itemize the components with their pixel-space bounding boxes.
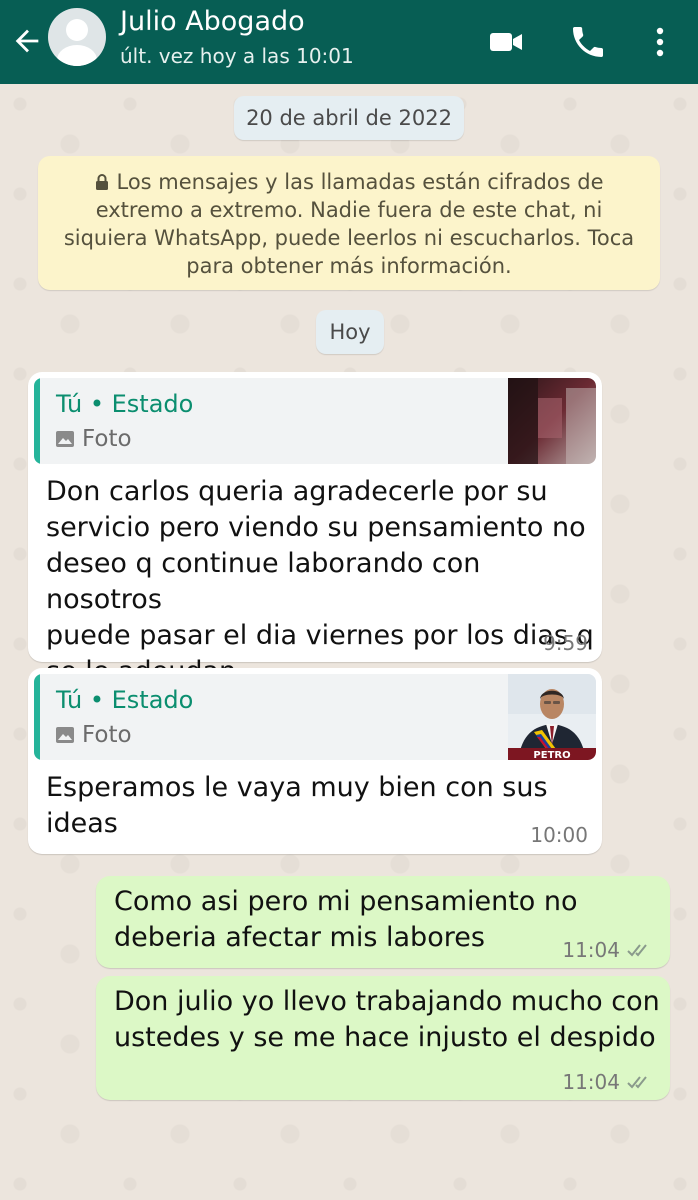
quoted-status[interactable]: Tú • Estado Foto (34, 674, 596, 760)
photo-icon (56, 431, 74, 447)
message-line: Como asi pero mi pensamiento no (114, 886, 578, 917)
lock-icon (96, 174, 109, 190)
message-line: puede pasar el dia viernes por los dias … (46, 620, 594, 651)
status-thumbnail (508, 378, 596, 464)
message-text: Como asi pero mi pensamiento no deberia … (114, 884, 578, 956)
quote-accent-bar (34, 674, 40, 760)
today-separator: Hoy (316, 310, 384, 354)
double-check-icon (627, 1076, 647, 1089)
message-line: Don julio yo llevo trabajando mucho con (114, 986, 660, 1017)
thumbnail-caption: PETRO (533, 750, 570, 760)
message-line: Esperamos le vaya muy bien con sus (46, 772, 548, 803)
quote-type-label: Foto (82, 722, 132, 748)
message-line: servicio pero viendo su pensamiento no (46, 512, 586, 543)
message-time: 9:59 (543, 631, 588, 655)
quote-accent-bar (34, 378, 40, 464)
message-meta: 11:04 (562, 938, 656, 962)
avatar-icon[interactable] (48, 8, 106, 66)
quote-author: Tú • Estado (56, 390, 194, 418)
double-check-icon (627, 944, 647, 957)
incoming-message[interactable]: Tú • Estado Foto (28, 372, 602, 687)
quote-type: Foto (56, 722, 132, 748)
message-line: deseo q continue laborando con nosotros (46, 548, 481, 615)
outgoing-message[interactable]: Como asi pero mi pensamiento no deberia … (96, 876, 670, 968)
message-text: Don julio yo llevo trabajando mucho con … (114, 984, 660, 1056)
message-time: 11:04 (562, 1070, 620, 1094)
quoted-status[interactable]: Tú • Estado Foto (34, 378, 596, 464)
back-arrow-icon[interactable] (10, 24, 44, 58)
message-line: Don carlos queria agradecerle por su (46, 476, 548, 507)
quote-type-label: Foto (82, 426, 132, 452)
message-time: 11:04 (562, 938, 620, 962)
quote-type: Foto (56, 426, 132, 452)
more-options-icon[interactable] (646, 22, 674, 62)
message-meta: 11:04 (562, 1070, 656, 1094)
incoming-message[interactable]: Tú • Estado Foto (28, 668, 602, 854)
status-thumbnail: PETRO (508, 674, 596, 760)
phone-icon[interactable] (568, 22, 608, 62)
message-text: Don carlos queria agradecerle por su ser… (46, 474, 602, 690)
message-line: ideas (46, 808, 118, 839)
message-text: Esperamos le vaya muy bien con sus ideas (46, 770, 548, 842)
quote-author: Tú • Estado (56, 686, 194, 714)
encryption-notice-text: Los mensajes y las llamadas están cifrad… (63, 170, 635, 278)
chat-header: Julio Abogado últ. vez hoy a las 10:01 (0, 0, 698, 84)
encryption-notice[interactable]: Los mensajes y las llamadas están cifrad… (38, 156, 660, 290)
message-time: 10:00 (530, 823, 588, 847)
video-call-icon[interactable] (486, 22, 526, 62)
date-separator: 20 de abril de 2022 (234, 96, 464, 140)
outgoing-message[interactable]: Don julio yo llevo trabajando mucho con … (96, 976, 670, 1100)
photo-icon (56, 727, 74, 743)
message-line: deberia afectar mis labores (114, 922, 485, 953)
contact-name[interactable]: Julio Abogado (120, 6, 305, 37)
last-seen-status: últ. vez hoy a las 10:01 (120, 44, 354, 68)
message-line: ustedes y se me hace injusto el despido (114, 1022, 656, 1053)
